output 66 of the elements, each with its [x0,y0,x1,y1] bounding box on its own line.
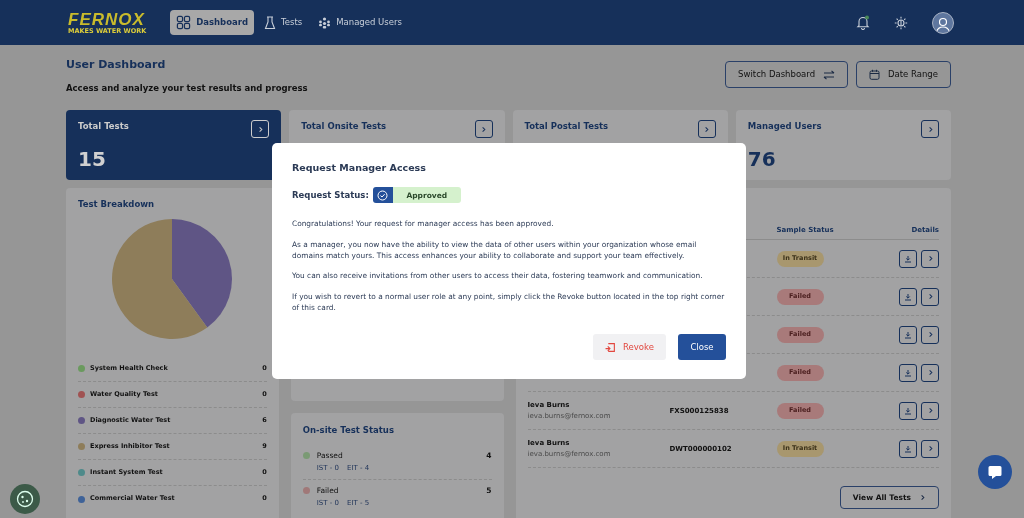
cookie-icon [16,490,34,508]
status-label: Request Status: [292,188,369,202]
chevron-right-icon [480,125,487,133]
open-button[interactable] [921,325,939,344]
download-button[interactable] [899,439,917,458]
download-button[interactable] [899,325,917,344]
download-button[interactable] [899,287,917,306]
stat-title: Total Tests [78,120,129,133]
download-icon [904,444,912,453]
download-icon [904,406,912,415]
switch-dashboard-button[interactable]: Switch Dashboard [725,61,849,88]
chevron-right-icon [256,125,264,133]
chevron-right-icon [926,331,934,339]
open-button[interactable] [921,363,939,382]
chevron-right-icon [926,445,934,453]
download-button[interactable] [899,363,917,382]
chevron-right-icon [919,494,926,502]
chevron-right-icon [926,255,934,263]
flask-icon [264,15,277,30]
close-button[interactable]: Close [678,334,726,360]
nav-tab[interactable]: Managed Users [312,11,408,34]
page-title: User Dashboard [66,57,167,73]
swap-arrows-icon [823,69,836,80]
users-icon [318,16,332,29]
notification-bell-icon[interactable] [856,15,870,30]
download-icon [904,330,912,339]
download-icon [904,368,912,377]
calendar-icon [869,69,881,80]
stat-title: Total Onsite Tests [301,120,387,133]
user-avatar[interactable] [932,11,954,34]
open-button[interactable] [474,120,493,139]
open-button[interactable] [921,120,939,139]
check-circle-icon [377,189,389,201]
download-icon [904,292,912,301]
stat-value: 15 [78,146,107,174]
download-button[interactable] [899,401,917,420]
open-button[interactable] [697,120,716,139]
page-subtitle: Access and analyze your test results and progress [66,81,308,95]
chevron-right-icon [926,125,934,133]
modal-title: Request Manager Access [292,161,427,175]
open-button[interactable] [921,287,939,306]
open-button[interactable] [921,401,939,420]
revoke-button[interactable]: Revoke [593,334,666,360]
download-button[interactable] [899,249,917,268]
chat-button[interactable] [978,455,1012,489]
chevron-right-icon [703,125,711,133]
card-title: On-site Test Status [302,424,395,437]
brand-logo[interactable]: FERNOX [68,10,147,28]
stat-title: Managed Users [747,120,822,133]
stat-value: 76 [747,146,777,174]
open-button[interactable] [921,439,939,458]
download-icon [904,254,912,263]
chevron-right-icon [926,369,934,377]
nav-tab[interactable]: Tests [258,10,309,35]
chevron-right-icon [926,407,934,415]
stat-title: Total Postal Tests [524,120,609,133]
chevron-right-icon [926,293,934,301]
open-button[interactable] [921,249,939,268]
date-range-button[interactable]: Date Range [856,61,951,88]
chat-bubble-icon [987,464,1003,480]
theme-toggle-icon[interactable] [894,15,908,30]
card-title: Test Breakdown [78,198,156,211]
nav-tab[interactable]: Dashboard [170,10,255,35]
revoke-icon [605,341,617,353]
cookie-settings-button[interactable] [10,484,40,514]
grid-icon [176,15,192,30]
